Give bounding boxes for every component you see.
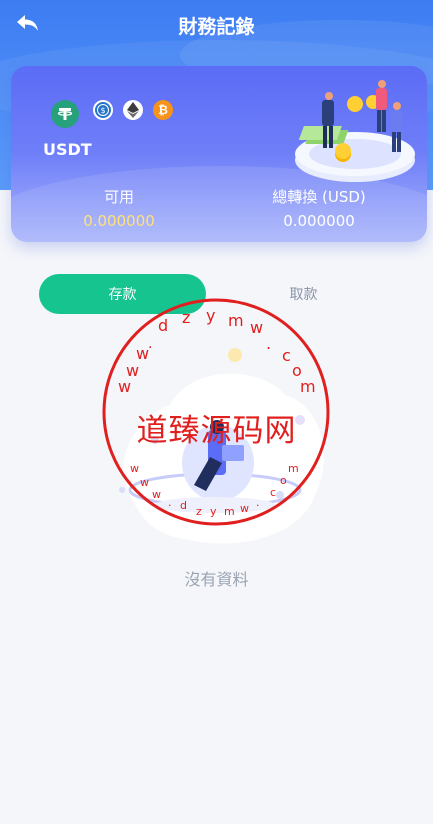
finance-illustration [295,80,415,182]
top-bar: 財務記錄 [0,0,433,50]
available-label: 可用 [103,188,134,206]
svg-text:d: d [158,316,168,335]
svg-text:$: $ [100,106,105,115]
tab-deposit[interactable]: 存款 [39,274,206,314]
empty-state-text: 沒有資料 [184,570,249,589]
usd-total-label: 總轉換 (USD) [272,188,366,206]
usdt-icon [51,100,79,128]
watermark-text: 道臻源码网 [136,413,297,449]
available-value: 0.000000 [83,212,155,230]
tab-withdraw[interactable]: 取款 [220,274,387,314]
asset-name: USDT [43,140,92,159]
svg-text:y: y [206,306,215,325]
usd-total-value: 0.000000 [283,212,355,230]
svg-text:w: w [250,318,263,337]
page-title: 財務記錄 [178,16,255,38]
eth-icon [123,100,143,120]
asset-card: $ ₿ USDT 可用 0.000000 總轉換 (USD) 0.000000 [11,66,427,242]
usdc-icon: $ [93,100,113,120]
btc-icon: ₿ [153,100,173,120]
